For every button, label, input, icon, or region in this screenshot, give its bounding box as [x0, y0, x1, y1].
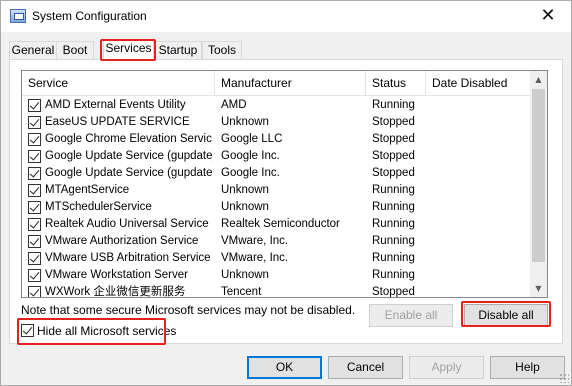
manufacturer-cell: AMD — [221, 99, 247, 111]
table-row[interactable]: VMware Authorization Service VMware, Inc.… — [22, 233, 532, 250]
service-checkbox-checked-icon[interactable] — [28, 150, 41, 163]
column-header-manufacturer[interactable]: Manufacturer — [215, 71, 366, 96]
table-row[interactable]: Google Update Service (gupdate) Google In… — [22, 148, 532, 165]
services-list[interactable]: Service Manufacturer Status Date Disable… — [21, 70, 548, 298]
table-row[interactable]: MTAgentService Unknown Running — [22, 182, 532, 199]
service-checkbox-checked-icon[interactable] — [28, 167, 41, 180]
status-cell: Stopped — [372, 167, 415, 179]
msconfig-app-icon — [10, 9, 26, 23]
scroll-thumb[interactable] — [532, 89, 545, 262]
status-cell: Stopped — [372, 116, 415, 128]
disable-all-highlight — [461, 301, 551, 327]
manufacturer-cell: Google Inc. — [221, 167, 280, 179]
system-configuration-window: System Configuration ✕ General Boot Serv… — [0, 0, 572, 386]
cancel-button[interactable]: Cancel — [328, 356, 403, 379]
column-header-service[interactable]: Service — [22, 71, 215, 96]
manufacturer-cell: VMware, Inc. — [221, 235, 289, 247]
column-header-status[interactable]: Status — [366, 71, 426, 96]
service-checkbox-checked-icon[interactable] — [28, 269, 41, 282]
service-checkbox-checked-icon[interactable] — [28, 252, 41, 265]
tab-tools[interactable]: Tools — [202, 41, 242, 60]
table-row[interactable]: Google Chrome Elevation Servic... Google … — [22, 131, 532, 148]
title-bar[interactable]: System Configuration ✕ — [1, 1, 571, 32]
help-button[interactable]: Help — [490, 356, 565, 379]
manufacturer-cell: Unknown — [221, 116, 269, 128]
status-cell: Stopped — [372, 286, 415, 298]
status-cell: Running — [372, 99, 415, 111]
status-cell: Stopped — [372, 133, 415, 145]
column-header-date-disabled[interactable]: Date Disabled — [426, 71, 532, 96]
manufacturer-cell: Google Inc. — [221, 150, 280, 162]
ok-button[interactable]: OK — [247, 356, 322, 379]
table-row[interactable]: AMD External Events Utility AMD Running — [22, 97, 532, 114]
service-checkbox-checked-icon[interactable] — [28, 99, 41, 112]
table-row[interactable]: Realtek Audio Universal Service Realtek S… — [22, 216, 532, 233]
service-name-cell: Realtek Audio Universal Service — [45, 218, 209, 230]
status-cell: Running — [372, 252, 415, 264]
service-checkbox-checked-icon[interactable] — [28, 218, 41, 231]
service-name-cell: MTSchedulerService — [45, 201, 152, 213]
scroll-up-arrow-icon[interactable]: ▲ — [530, 71, 547, 88]
enable-all-button[interactable]: Enable all — [369, 304, 453, 327]
window-title: System Configuration — [32, 9, 147, 23]
table-row[interactable]: Google Update Service (gupdatem) Google I… — [22, 165, 532, 182]
microsoft-services-note: Note that some secure Microsoft services… — [21, 303, 356, 317]
manufacturer-cell: Tencent — [221, 286, 262, 298]
status-cell: Stopped — [372, 150, 415, 162]
service-checkbox-checked-icon[interactable] — [28, 133, 41, 146]
manufacturer-cell: Unknown — [221, 269, 269, 281]
table-row[interactable]: MTSchedulerService Unknown Running — [22, 199, 532, 216]
service-name-cell: Google Chrome Elevation Servic... — [45, 133, 213, 145]
service-name-cell: VMware Workstation Server — [45, 269, 188, 281]
hide-microsoft-services-highlight — [17, 318, 166, 345]
resize-grip-icon[interactable] — [559, 373, 569, 383]
tab-boot[interactable]: Boot — [56, 41, 94, 60]
service-name-cell: WXWork 企业微信更新服务 — [45, 286, 186, 298]
manufacturer-cell: Unknown — [221, 184, 269, 196]
service-name-cell: VMware Authorization Service — [45, 235, 199, 247]
tab-startup[interactable]: Startup — [154, 41, 202, 60]
scroll-down-arrow-icon[interactable]: ▼ — [530, 280, 547, 297]
service-name-cell: MTAgentService — [45, 184, 130, 196]
manufacturer-cell: Google LLC — [221, 133, 283, 145]
service-name-cell: Google Update Service (gupdate) — [45, 150, 213, 162]
close-button[interactable]: ✕ — [525, 1, 571, 31]
manufacturer-cell: VMware, Inc. — [221, 252, 289, 264]
table-row[interactable]: EaseUS UPDATE SERVICE Unknown Stopped — [22, 114, 532, 131]
apply-button[interactable]: Apply — [409, 356, 484, 379]
service-name-cell: EaseUS UPDATE SERVICE — [45, 116, 190, 128]
list-header: Service Manufacturer Status Date Disable… — [22, 71, 532, 96]
services-tab-highlight — [100, 39, 156, 61]
table-row[interactable]: WXWork 企业微信更新服务 Tencent Stopped — [22, 284, 532, 298]
service-checkbox-checked-icon[interactable] — [28, 286, 41, 297]
table-row[interactable]: VMware Workstation Server Unknown Running — [22, 267, 532, 284]
tab-general[interactable]: General — [9, 41, 57, 60]
status-cell: Running — [372, 201, 415, 213]
manufacturer-cell: Unknown — [221, 201, 269, 213]
service-name-cell: Google Update Service (gupdatem) — [45, 167, 213, 179]
status-cell: Running — [372, 269, 415, 281]
status-cell: Running — [372, 184, 415, 196]
manufacturer-cell: Realtek Semiconductor — [221, 218, 340, 230]
service-checkbox-checked-icon[interactable] — [28, 184, 41, 197]
status-cell: Running — [372, 235, 415, 247]
table-row[interactable]: VMware USB Arbitration Service VMware, In… — [22, 250, 532, 267]
status-cell: Running — [372, 218, 415, 230]
service-name-cell: AMD External Events Utility — [45, 99, 186, 111]
vertical-scrollbar[interactable]: ▲ ▼ — [530, 71, 547, 297]
service-name-cell: VMware USB Arbitration Service — [45, 252, 211, 264]
service-checkbox-checked-icon[interactable] — [28, 201, 41, 214]
service-checkbox-checked-icon[interactable] — [28, 235, 41, 248]
service-checkbox-checked-icon[interactable] — [28, 116, 41, 129]
